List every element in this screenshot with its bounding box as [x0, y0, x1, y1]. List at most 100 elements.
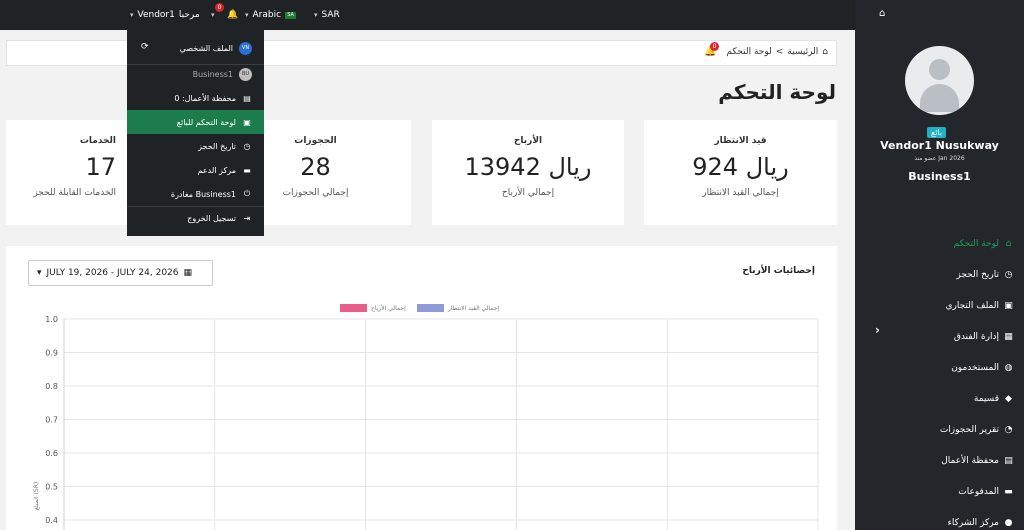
sidebar: ⌂ بائع Vendor1 Nusukway عضو منذ Jan 2026… — [855, 0, 1024, 530]
dropdown-business: Business1 BU — [127, 62, 264, 86]
top-navbar: ▾ SAR ▾ Arabic SA 🔔 ▾ 0 ▾ Vendor1 مرحبا — [0, 0, 855, 30]
dropdown-logout[interactable]: تسجيل الخروج ⇥ — [127, 206, 264, 230]
sidebar-item-icon: ▣ — [1004, 300, 1013, 311]
sidebar-item-icon: ◔ — [1004, 424, 1013, 435]
earnings-stats-panel: إحصائيات الأرباح ▾ JULY 19, 2026 - JULY … — [6, 246, 837, 530]
y-tick-label: 0.7 — [45, 416, 58, 425]
earnings-line-chart: 1.0 0.9 0.8 0.7 0.6 0.5 0.4 إجمالي الأرباح إجمال… — [33, 304, 819, 530]
pending-sub: إجمالي القيد الانتظار — [702, 188, 779, 198]
legend-label: إجمالي الأرباح — [371, 304, 406, 312]
logout-icon: ⇥ — [243, 213, 251, 223]
language-selector[interactable]: ▾ Arabic SA — [245, 0, 297, 30]
user-dropdown-menu: ⟳ الملف الشخصي VN Business1 BU محفظة الأ… — [127, 30, 264, 236]
dropdown-dashboard[interactable]: لوحة التحكم للبائع ▣ — [127, 110, 264, 134]
profile-business: Business1 — [908, 170, 971, 183]
role-badge: بائع — [927, 127, 947, 138]
breadcrumb-home-link[interactable]: الرئيسية — [787, 47, 818, 57]
earnings-value: 13942 ريال — [464, 153, 592, 181]
currency-label: SAR — [321, 10, 340, 20]
sidebar-item-icon: ◍ — [1004, 362, 1013, 373]
home-icon[interactable]: ⌂ — [822, 47, 828, 57]
sidebar-item[interactable]: لوحة التحكم ⌂ — [884, 228, 1014, 259]
sidebar-item-icon: ▤ — [1004, 455, 1013, 466]
notification-count-badge: 0 — [215, 3, 224, 12]
chevron-down-icon: ▾ — [314, 11, 318, 19]
greeting-label: مرحبا — [178, 10, 200, 20]
member-since: عضو منذ Jan 2026 — [914, 155, 965, 162]
avatar-shoulders — [920, 84, 959, 112]
breadcrumb-current: لوحة التحكم — [726, 47, 772, 57]
sidebar-item-label: لوحة التحكم — [953, 238, 999, 249]
sidebar-item[interactable]: تقرير الحجوزات ◔ — [884, 414, 1014, 445]
sidebar-item-label: محفظة الأعمال — [941, 455, 999, 466]
sidebar-item[interactable]: المدفوعات ▬ — [884, 476, 1014, 507]
dropdown-leave-business[interactable]: مغادرة Business1 ⏻ — [127, 182, 264, 206]
sidebar-item-label: الملف التجاري — [945, 300, 999, 311]
language-label: Arabic — [252, 10, 282, 20]
dropdown-support-label: مركز الدعم — [197, 165, 236, 175]
legend-swatch — [417, 304, 444, 312]
sidebar-item[interactable]: المستخدمون ◍ — [884, 352, 1014, 383]
wallet-icon: ▤ — [243, 93, 251, 103]
notification-count-badge: 0 — [710, 42, 719, 51]
calendar-icon: ▦ — [183, 268, 193, 278]
sidebar-item-label: المستخدمون — [951, 362, 999, 373]
bell-icon: 🔔 — [227, 10, 239, 20]
legend-swatch — [340, 304, 367, 312]
sidebar-item[interactable]: تاريخ الحجز ◷ — [884, 259, 1014, 290]
y-tick-label: 0.5 — [45, 483, 58, 492]
pending-card: قيد الانتظار 924 ريال إجمالي القيد الانت… — [644, 120, 837, 225]
avatar: VN — [239, 41, 252, 55]
dropdown-booking-history[interactable]: تاريخ الحجز ◷ — [127, 134, 264, 158]
breadcrumb-separator: < — [775, 47, 784, 57]
sidebar-item[interactable]: الملف التجاري ▣ — [884, 290, 1014, 321]
avatar — [905, 46, 974, 115]
dropdown-profile[interactable]: الملف الشخصي VN — [127, 36, 264, 60]
avatar-head — [929, 59, 950, 80]
dropdown-wallet-label: محفظة الأعمال: 0 — [174, 93, 236, 103]
y-axis-label: المبلغ (SR) — [33, 482, 40, 511]
sidebar-item-icon: ● — [1004, 517, 1013, 528]
support-icon: ▬ — [243, 165, 251, 175]
dropdown-support[interactable]: مركز الدعم ▬ — [127, 158, 264, 182]
legend-label: إجمالي القيد الانتظار — [447, 305, 499, 312]
profile-name: Vendor1 Nusukway — [880, 139, 999, 152]
breadcrumb-notifications[interactable]: 🔔 0 — [704, 42, 719, 57]
chevron-down-icon: ▾ — [130, 11, 134, 19]
power-icon: ⏻ — [243, 189, 251, 198]
sidebar-item[interactable]: محفظة الأعمال ▤ — [884, 445, 1014, 476]
caret-down-icon: ▾ — [37, 268, 42, 278]
home-icon[interactable]: ⌂ — [879, 8, 885, 19]
notifications-button[interactable]: 🔔 — [227, 0, 238, 30]
dropdown-logout-label: تسجيل الخروج — [187, 213, 236, 223]
chevron-right-icon[interactable]: › — [875, 323, 880, 337]
currency-selector[interactable]: ▾ SAR — [314, 0, 340, 30]
sidebar-item-label: تقرير الحجوزات — [939, 424, 999, 435]
sidebar-item[interactable]: إدارة الفندق ▦ — [884, 321, 1014, 352]
sidebar-item-icon: ⌂ — [1005, 238, 1012, 249]
sidebar-item-label: مركز الشركاء — [947, 517, 999, 528]
y-tick-label: 0.9 — [45, 349, 58, 358]
panel-title: إحصائيات الأرباح — [742, 266, 815, 276]
y-tick-label: 0.4 — [45, 516, 58, 525]
date-range-picker[interactable]: ▾ JULY 19, 2026 - JULY 24, 2026 ▦ — [28, 260, 213, 286]
pending-label: قيد الانتظار — [714, 136, 767, 146]
chevron-down-icon: ▾ — [211, 11, 215, 19]
y-tick-label: 0.6 — [45, 449, 58, 458]
sidebar-item-icon: ◷ — [1004, 269, 1013, 280]
business-avatar: BU — [239, 67, 252, 81]
pending-value: 924 ريال — [692, 153, 789, 181]
dashboard-icon: ▣ — [243, 117, 251, 127]
dropdown-wallet[interactable]: محفظة الأعمال: 0 ▤ — [127, 86, 264, 110]
history-icon: ◷ — [243, 141, 251, 151]
sidebar-item[interactable]: قسيمة ◆ — [884, 383, 1014, 414]
saudi-flag-icon: SA — [285, 11, 297, 19]
sidebar-item-label: إدارة الفندق — [953, 331, 999, 342]
sidebar-item-label: المدفوعات — [958, 486, 999, 497]
messages-toggle[interactable]: ▾ — [211, 0, 215, 30]
user-menu-toggle[interactable]: ▾ Vendor1 مرحبا — [130, 0, 200, 30]
dropdown-booking-history-label: تاريخ الحجز — [198, 141, 236, 151]
sidebar-item[interactable]: مركز الشركاء ● — [884, 507, 1014, 530]
sidebar-menu: لوحة التحكم ⌂ تاريخ الحجز ◷ الملف التجاري ▣ إد… — [884, 228, 1014, 530]
sidebar-item-icon: ▬ — [1004, 486, 1013, 497]
